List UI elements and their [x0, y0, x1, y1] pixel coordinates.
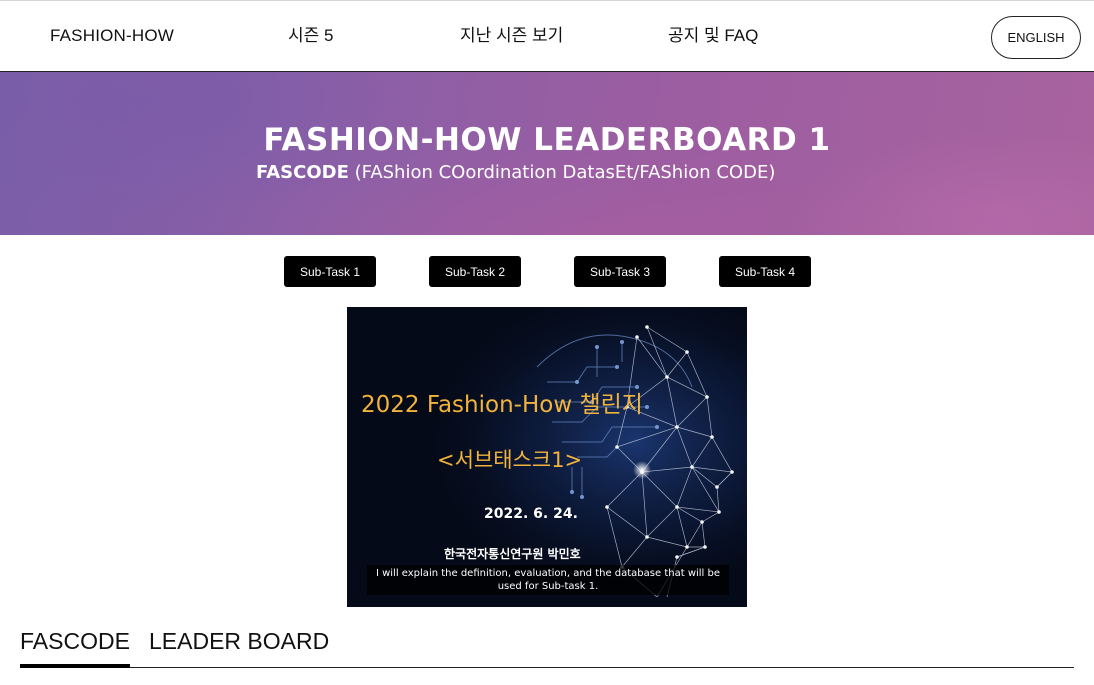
- video-subtitle: <서브태스크1>: [437, 448, 583, 472]
- content-tabs: FASCODE LEADER BOARD: [20, 620, 1074, 668]
- intro-video-player[interactable]: 2022 Fashion-How 챌린지 <서브태스크1> 2022. 6. 2…: [347, 307, 747, 607]
- subtitle-dataset-description: (FAShion COordination DatasEt/FAShion CO…: [348, 162, 776, 183]
- video-date: 2022. 6. 24.: [484, 506, 578, 522]
- language-toggle-button[interactable]: ENGLISH: [991, 16, 1081, 59]
- subtask-3-button[interactable]: Sub-Task 3: [574, 256, 666, 287]
- subtask-4-button[interactable]: Sub-Task 4: [719, 256, 811, 287]
- video-caption: I will explain the definition, evaluatio…: [367, 565, 729, 595]
- hero-banner: FASHION-HOW LEADERBOARD 1 FASCODE (FAShi…: [0, 72, 1094, 235]
- subtask-2-button[interactable]: Sub-Task 2: [429, 256, 521, 287]
- top-nav: FASHION-HOW 시즌 5 지난 시즌 보기 공지 및 FAQ ENGLI…: [0, 0, 1094, 72]
- subtask-1-button[interactable]: Sub-Task 1: [284, 256, 376, 287]
- subtitle-dataset-name: FASCODE: [256, 162, 349, 183]
- site-logo[interactable]: FASHION-HOW: [50, 25, 174, 47]
- page-subtitle: FASCODE (FAShion COordination DatasEt/FA…: [256, 162, 775, 183]
- nav-item-notice-faq[interactable]: 공지 및 FAQ: [668, 25, 758, 47]
- video-title: 2022 Fashion-How 챌린지: [361, 392, 643, 418]
- nav-item-past-seasons[interactable]: 지난 시즌 보기: [460, 25, 563, 47]
- video-presenter: 한국전자통신연구원 박민호: [444, 547, 581, 561]
- nav-item-season-5[interactable]: 시즌 5: [288, 25, 333, 47]
- page-title: FASHION-HOW LEADERBOARD 1: [263, 122, 831, 158]
- tab-fascode[interactable]: FASCODE: [20, 628, 130, 668]
- tab-leader-board[interactable]: LEADER BOARD: [149, 628, 329, 664]
